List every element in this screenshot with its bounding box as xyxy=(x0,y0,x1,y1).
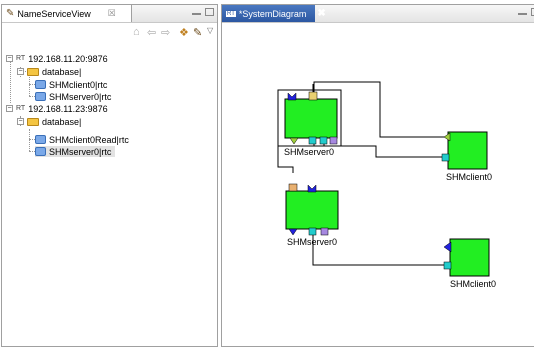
component-name: SHMclient0Read|rtc xyxy=(49,134,129,145)
component-icon xyxy=(35,80,46,89)
component-shmclient0-bottom[interactable] xyxy=(449,238,490,277)
home-icon[interactable]: ⌂ xyxy=(133,26,140,38)
port-icon[interactable] xyxy=(443,261,452,270)
collapse-icon[interactable]: − xyxy=(6,55,13,62)
port-icon[interactable] xyxy=(329,136,338,145)
maximize-icon[interactable] xyxy=(205,8,214,16)
out-port-icon[interactable] xyxy=(289,137,299,145)
port-icon[interactable] xyxy=(441,153,450,162)
right-tabbar: RT *SystemDiagram ✖ xyxy=(222,5,534,23)
close-icon[interactable]: ✖ xyxy=(317,8,325,19)
port-icon[interactable] xyxy=(319,136,328,145)
window-buttons xyxy=(192,8,214,16)
in-port-icon[interactable] xyxy=(308,91,318,101)
component-icon xyxy=(35,135,46,144)
folder-name: database| xyxy=(42,66,82,77)
tree-item-component[interactable]: SHMserver0|rtc xyxy=(35,91,111,102)
component-shmserver0-bottom[interactable] xyxy=(285,190,339,230)
tab-label: NameServiceView xyxy=(17,8,91,19)
collapse-icon[interactable]: − xyxy=(17,68,24,75)
minimize-icon[interactable] xyxy=(192,13,201,16)
view-toolbar: ⌂ ⇦ ⇨ ❖ ✎ ▽ xyxy=(2,23,217,43)
port-icon[interactable] xyxy=(320,227,329,236)
port-icon[interactable] xyxy=(308,136,317,145)
tree-item-folder2[interactable]: − database| xyxy=(17,116,81,127)
component-name: SHMclient0|rtc xyxy=(49,79,108,90)
tab-label: *SystemDiagram xyxy=(238,8,307,19)
in-port-icon[interactable] xyxy=(288,183,298,192)
collapse-icon[interactable]: − xyxy=(6,105,13,112)
component-name: SHMserver0|rtc xyxy=(49,91,112,102)
rt-icon: RT xyxy=(16,105,26,112)
tab-name-service-view[interactable]: ✎ NameServiceView ☒ xyxy=(2,5,132,22)
port-icon[interactable] xyxy=(308,227,317,236)
component-label: SHMclient0 xyxy=(450,279,497,289)
refresh-icon[interactable]: ❖ xyxy=(179,26,189,39)
back-icon[interactable]: ⇦ xyxy=(147,26,156,39)
folder-icon xyxy=(27,117,39,126)
name-service-icon: ✎ xyxy=(6,8,15,19)
component-name: SHMserver0|rtc xyxy=(49,146,112,157)
tab-system-diagram[interactable]: RT *SystemDiagram ✖ xyxy=(222,5,326,22)
component-icon xyxy=(35,147,46,156)
tree-item-server1[interactable]: − RT 192.168.11.20:9876 xyxy=(6,53,108,64)
close-icon[interactable]: ☒ xyxy=(108,8,116,19)
folder-icon xyxy=(27,67,39,76)
folder-name: database| xyxy=(42,116,82,127)
service-port-icon[interactable] xyxy=(443,241,452,253)
left-tabbar: ✎ NameServiceView ☒ xyxy=(2,5,217,23)
tree-item-component[interactable]: SHMclient0Read|rtc xyxy=(35,134,129,145)
component-shmclient0-top[interactable] xyxy=(447,131,488,170)
tree-item-component[interactable]: SHMclient0|rtc xyxy=(35,79,107,90)
service-port-icon[interactable] xyxy=(307,184,317,193)
window-buttons xyxy=(518,8,534,16)
component-icon xyxy=(35,92,46,101)
view-menu-icon[interactable]: ▽ xyxy=(207,26,213,35)
diagram-canvas[interactable]: SHMserver0 SHMclient0 SHMserver0 SHMclie… xyxy=(222,23,534,346)
component-label: SHMclient0 xyxy=(446,172,493,182)
component-label: SHMserver0 xyxy=(284,147,335,157)
tree-item-component-selected[interactable]: SHMserver0|rtc xyxy=(35,146,116,157)
component-shmserver0-top[interactable] xyxy=(284,98,338,139)
diagram-svg xyxy=(277,81,490,277)
name-service-view: ✎ NameServiceView ☒ ⌂ ⇦ ⇨ ❖ ✎ ▽ − RT 192… xyxy=(1,4,218,347)
tree-item-folder1[interactable]: − database| xyxy=(17,66,81,77)
in-port-icon[interactable] xyxy=(443,132,451,142)
rt-icon: RT xyxy=(226,10,236,17)
service-port-icon[interactable] xyxy=(287,92,297,101)
name-service-tree: − RT 192.168.11.20:9876 − database| SHMc… xyxy=(2,45,217,346)
component-label: SHMserver0 xyxy=(287,237,338,247)
rt-icon: RT xyxy=(16,55,26,62)
forward-icon[interactable]: ⇨ xyxy=(161,26,170,39)
server-name: 192.168.11.20:9876 xyxy=(28,53,108,64)
tree-item-server2[interactable]: − RT 192.168.11.23:9876 xyxy=(6,103,108,114)
system-diagram-editor: RT *SystemDiagram ✖ SHMserver0 SHMclient… xyxy=(221,4,534,347)
collapse-icon[interactable]: − xyxy=(17,118,24,125)
connect-icon[interactable]: ✎ xyxy=(193,26,202,39)
server-name: 192.168.11.23:9876 xyxy=(28,103,108,114)
minimize-icon[interactable] xyxy=(518,13,527,16)
out-port-icon[interactable] xyxy=(288,228,298,236)
